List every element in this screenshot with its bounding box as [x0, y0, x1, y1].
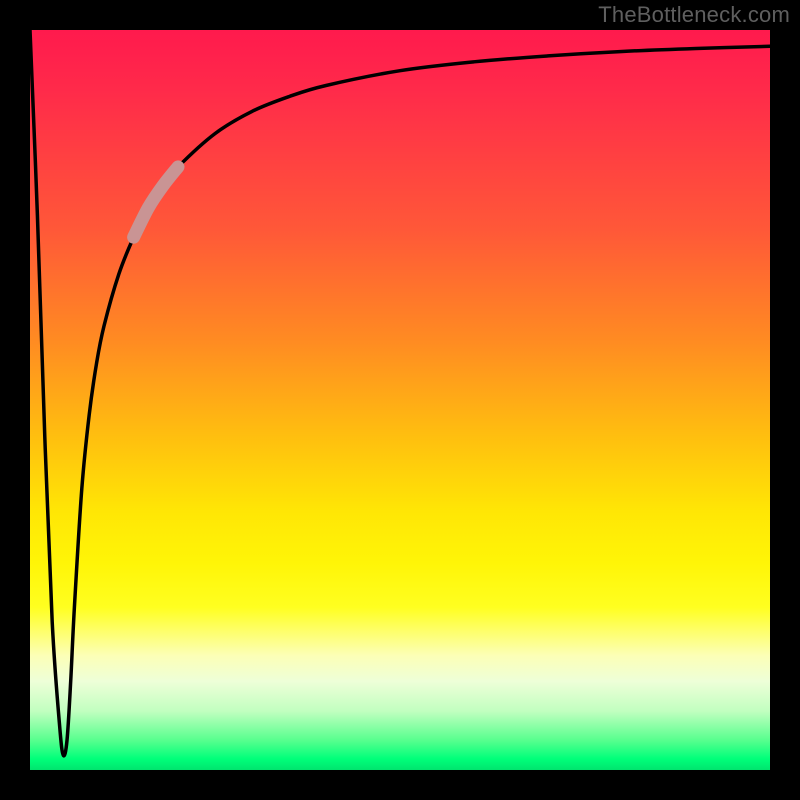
highlight-segment: [134, 167, 178, 237]
chart-frame: TheBottleneck.com: [0, 0, 800, 800]
curve-svg: [30, 30, 770, 770]
plot-area: [30, 30, 770, 770]
bottleneck-curve: [30, 30, 770, 756]
attribution-text: TheBottleneck.com: [598, 2, 790, 28]
